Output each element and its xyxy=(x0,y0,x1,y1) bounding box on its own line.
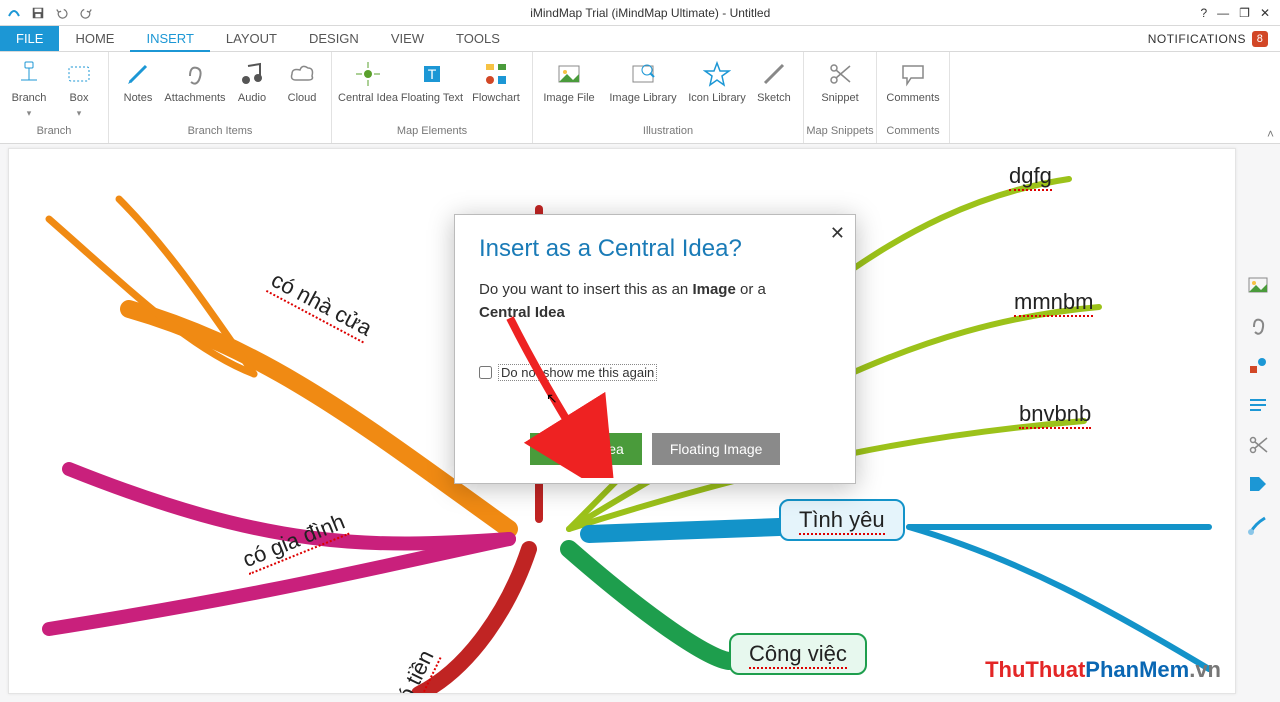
floating-image-button[interactable]: Floating Image xyxy=(652,433,781,465)
central-idea-confirm-button[interactable]: Central Idea xyxy=(530,433,642,465)
dialog-message: Do you want to insert this as an Image o… xyxy=(479,279,831,324)
dialog-title: Insert as a Central Idea? xyxy=(479,235,831,263)
dialog-close-button[interactable]: ✕ xyxy=(830,223,845,244)
checkbox-label: Do not show me this again xyxy=(498,364,657,381)
checkbox-input[interactable] xyxy=(479,366,492,379)
insert-central-idea-dialog: ✕ Insert as a Central Idea? Do you want … xyxy=(454,214,856,484)
dont-show-again-checkbox[interactable]: Do not show me this again xyxy=(479,364,831,381)
modal-overlay: ✕ Insert as a Central Idea? Do you want … xyxy=(0,0,1280,702)
